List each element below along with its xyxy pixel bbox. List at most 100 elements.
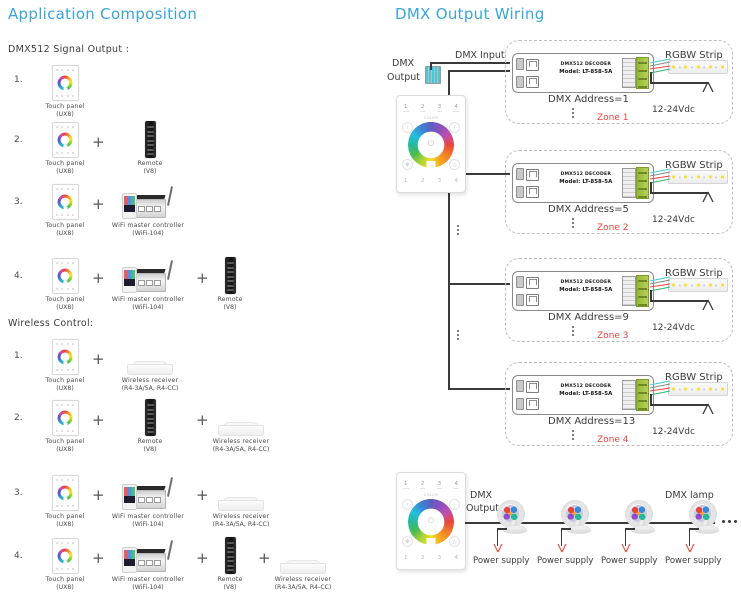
scene-icon[interactable]: ✻ bbox=[402, 536, 413, 547]
wifi-controller-icon bbox=[103, 256, 193, 294]
zone-button-4[interactable]: 4 bbox=[453, 104, 459, 112]
bottom-button-4[interactable]: 4 bbox=[454, 555, 458, 561]
item-caption: Touch panel bbox=[45, 513, 85, 520]
power-icon[interactable]: ⏻ bbox=[428, 139, 434, 149]
item-caption: Wireless receiver bbox=[274, 576, 332, 583]
scene-icon[interactable]: ✻ bbox=[402, 159, 413, 170]
rgbw-strip-label: RGBW Strip bbox=[665, 372, 723, 383]
power-wire bbox=[650, 182, 652, 193]
composition-item-touch-panel[interactable]: Touch panel (UX8) bbox=[20, 63, 110, 119]
item-model: (UX8) bbox=[56, 304, 74, 311]
power-supply-label: Power supply bbox=[473, 556, 530, 566]
touch-panel-device-upper[interactable]: 1 2 3 4 COLOR ‹ › ⏻ ✻ △ 1 2 3 4 bbox=[396, 95, 466, 193]
composition-item-remote[interactable]: Remote (V8) bbox=[185, 256, 275, 312]
right-arrow-button[interactable]: › bbox=[449, 499, 460, 510]
touch-panel-device-lower[interactable]: 1 2 3 4 COLOR ‹ › ⏻ ✻ △ 1 2 3 4 bbox=[396, 472, 466, 570]
bus-continuation-dots bbox=[457, 330, 459, 340]
item-caption: WiFi master controller bbox=[111, 222, 185, 229]
touch-panel-icon bbox=[20, 63, 110, 101]
power-wire bbox=[650, 290, 652, 301]
decoder-model: Model: LT-858-5A bbox=[559, 69, 613, 75]
composition-item-wireless-receiver[interactable]: Wireless receiver (R4-3A/5A, R4-CC) bbox=[105, 337, 195, 393]
power-connector-icon bbox=[702, 403, 714, 415]
composition-item-wifi-controller[interactable]: WiFi master controller (WiFi-104) bbox=[103, 182, 193, 238]
bottom-button-3[interactable]: 3 bbox=[438, 178, 442, 184]
power-supply-label: Power supply bbox=[665, 556, 722, 566]
color-label: COLOR bbox=[423, 116, 439, 120]
power-connector-icon bbox=[685, 543, 695, 553]
bottom-button-1[interactable]: 1 bbox=[404, 555, 408, 561]
bottom-button-1[interactable]: 1 bbox=[404, 178, 408, 184]
wireless-receiver-icon bbox=[105, 337, 195, 375]
item-caption: Wireless receiver bbox=[212, 513, 270, 520]
power-supply-lead bbox=[497, 528, 507, 530]
item-model: (UX8) bbox=[56, 521, 74, 528]
decoder-model: Model: LT-858-5A bbox=[559, 287, 613, 293]
rgbw-strip bbox=[668, 60, 728, 74]
dmx-decoder[interactable]: DMX512 DECODER Model: LT-858-5A bbox=[512, 375, 654, 415]
composition-item-remote[interactable]: Remote (V8) bbox=[105, 120, 195, 176]
dmx-address-label: DMX Address=13 bbox=[548, 416, 636, 427]
bottom-button-2[interactable]: 2 bbox=[421, 555, 425, 561]
composition-item-wireless-receiver[interactable]: Wireless receiver (R4-3A/5A, R4-CC) bbox=[196, 398, 286, 454]
item-caption: WiFi master controller bbox=[111, 513, 185, 520]
right-arrow-button[interactable]: › bbox=[449, 122, 460, 133]
composition-item-wireless-receiver[interactable]: Wireless receiver (R4-3A/5A, R4-CC) bbox=[196, 473, 286, 529]
wifi-controller-icon bbox=[103, 536, 193, 574]
bottom-button-2[interactable]: 2 bbox=[421, 178, 425, 184]
rgbw-strip bbox=[668, 278, 728, 292]
zone-continuation-dots bbox=[572, 326, 574, 336]
zone-button-3[interactable]: 3 bbox=[436, 481, 442, 489]
color-wheel-notch bbox=[426, 161, 436, 169]
wire-segment bbox=[448, 283, 510, 285]
zone-button-4[interactable]: 4 bbox=[453, 481, 459, 489]
item-model: (R4-3A/5A, R4-CC) bbox=[274, 584, 332, 591]
bus-continuation-dots bbox=[457, 225, 459, 235]
decoder-title: DMX512 DECODER bbox=[560, 172, 612, 177]
power-supply-label: Power supply bbox=[537, 556, 594, 566]
bottom-button-row[interactable]: 1 2 3 4 bbox=[404, 178, 458, 184]
decoder-model: Model: LT-858-5A bbox=[559, 391, 613, 397]
lamp-dmx-output-line1: DMX bbox=[470, 490, 493, 501]
decoder-title: DMX512 DECODER bbox=[560, 280, 612, 285]
item-model: (UX8) bbox=[56, 168, 74, 175]
auto-icon[interactable]: △ bbox=[449, 159, 460, 170]
dmx-decoder[interactable]: DMX512 DECODER Model: LT-858-5A bbox=[512, 163, 654, 203]
power-supply-lead bbox=[561, 528, 571, 530]
plus-symbol: + bbox=[92, 350, 105, 368]
wire-segment bbox=[430, 62, 510, 64]
composition-item-wifi-controller[interactable]: WiFi master controller (WiFi-104) bbox=[103, 473, 193, 529]
zone-button-2[interactable]: 2 bbox=[419, 481, 425, 489]
item-model: (WiFi-104) bbox=[132, 521, 164, 528]
bottom-button-row[interactable]: 1 2 3 4 bbox=[404, 555, 458, 561]
dmx-decoder[interactable]: DMX512 DECODER Model: LT-858-5A bbox=[512, 271, 654, 311]
zone-name-label: Zone 3 bbox=[597, 331, 629, 341]
power-connector-icon bbox=[621, 543, 631, 553]
zone-continuation-dots bbox=[572, 430, 574, 440]
dmx-decoder[interactable]: DMX512 DECODER Model: LT-858-5A bbox=[512, 53, 654, 93]
wire-segment bbox=[448, 70, 510, 72]
zone-name-label: Zone 4 bbox=[597, 435, 629, 445]
zone-number-row[interactable]: 1 2 3 4 bbox=[403, 104, 459, 112]
item-caption: Touch panel bbox=[45, 160, 85, 167]
composition-item-wifi-controller[interactable]: WiFi master controller (WiFi-104) bbox=[103, 256, 193, 312]
power-icon[interactable]: ⏻ bbox=[428, 516, 434, 526]
item-caption: Remote bbox=[137, 438, 163, 445]
zone-number-row[interactable]: 1 2 3 4 bbox=[403, 481, 459, 489]
bottom-button-3[interactable]: 3 bbox=[438, 555, 442, 561]
zone-name-label: Zone 1 bbox=[597, 113, 629, 123]
zone-button-2[interactable]: 2 bbox=[419, 104, 425, 112]
auto-icon[interactable]: △ bbox=[449, 536, 460, 547]
bottom-button-4[interactable]: 4 bbox=[454, 178, 458, 184]
item-model: (WiFi-104) bbox=[132, 230, 164, 237]
dmx-output-connector-icon bbox=[425, 66, 441, 84]
voltage-label: 12-24Vdc bbox=[652, 215, 695, 225]
zone-button-1[interactable]: 1 bbox=[403, 104, 408, 112]
zone-button-3[interactable]: 3 bbox=[436, 104, 442, 112]
zone-button-1[interactable]: 1 bbox=[403, 481, 408, 489]
composition-item-wifi-controller[interactable]: WiFi master controller (WiFi-104) bbox=[103, 536, 193, 592]
wifi-controller-icon bbox=[103, 182, 193, 220]
composition-item-wireless-receiver[interactable]: Wireless receiver (R4-3A/5A, R4-CC) bbox=[258, 536, 348, 592]
power-connector-icon bbox=[557, 543, 567, 553]
composition-item-remote[interactable]: Remote (V8) bbox=[105, 398, 195, 454]
